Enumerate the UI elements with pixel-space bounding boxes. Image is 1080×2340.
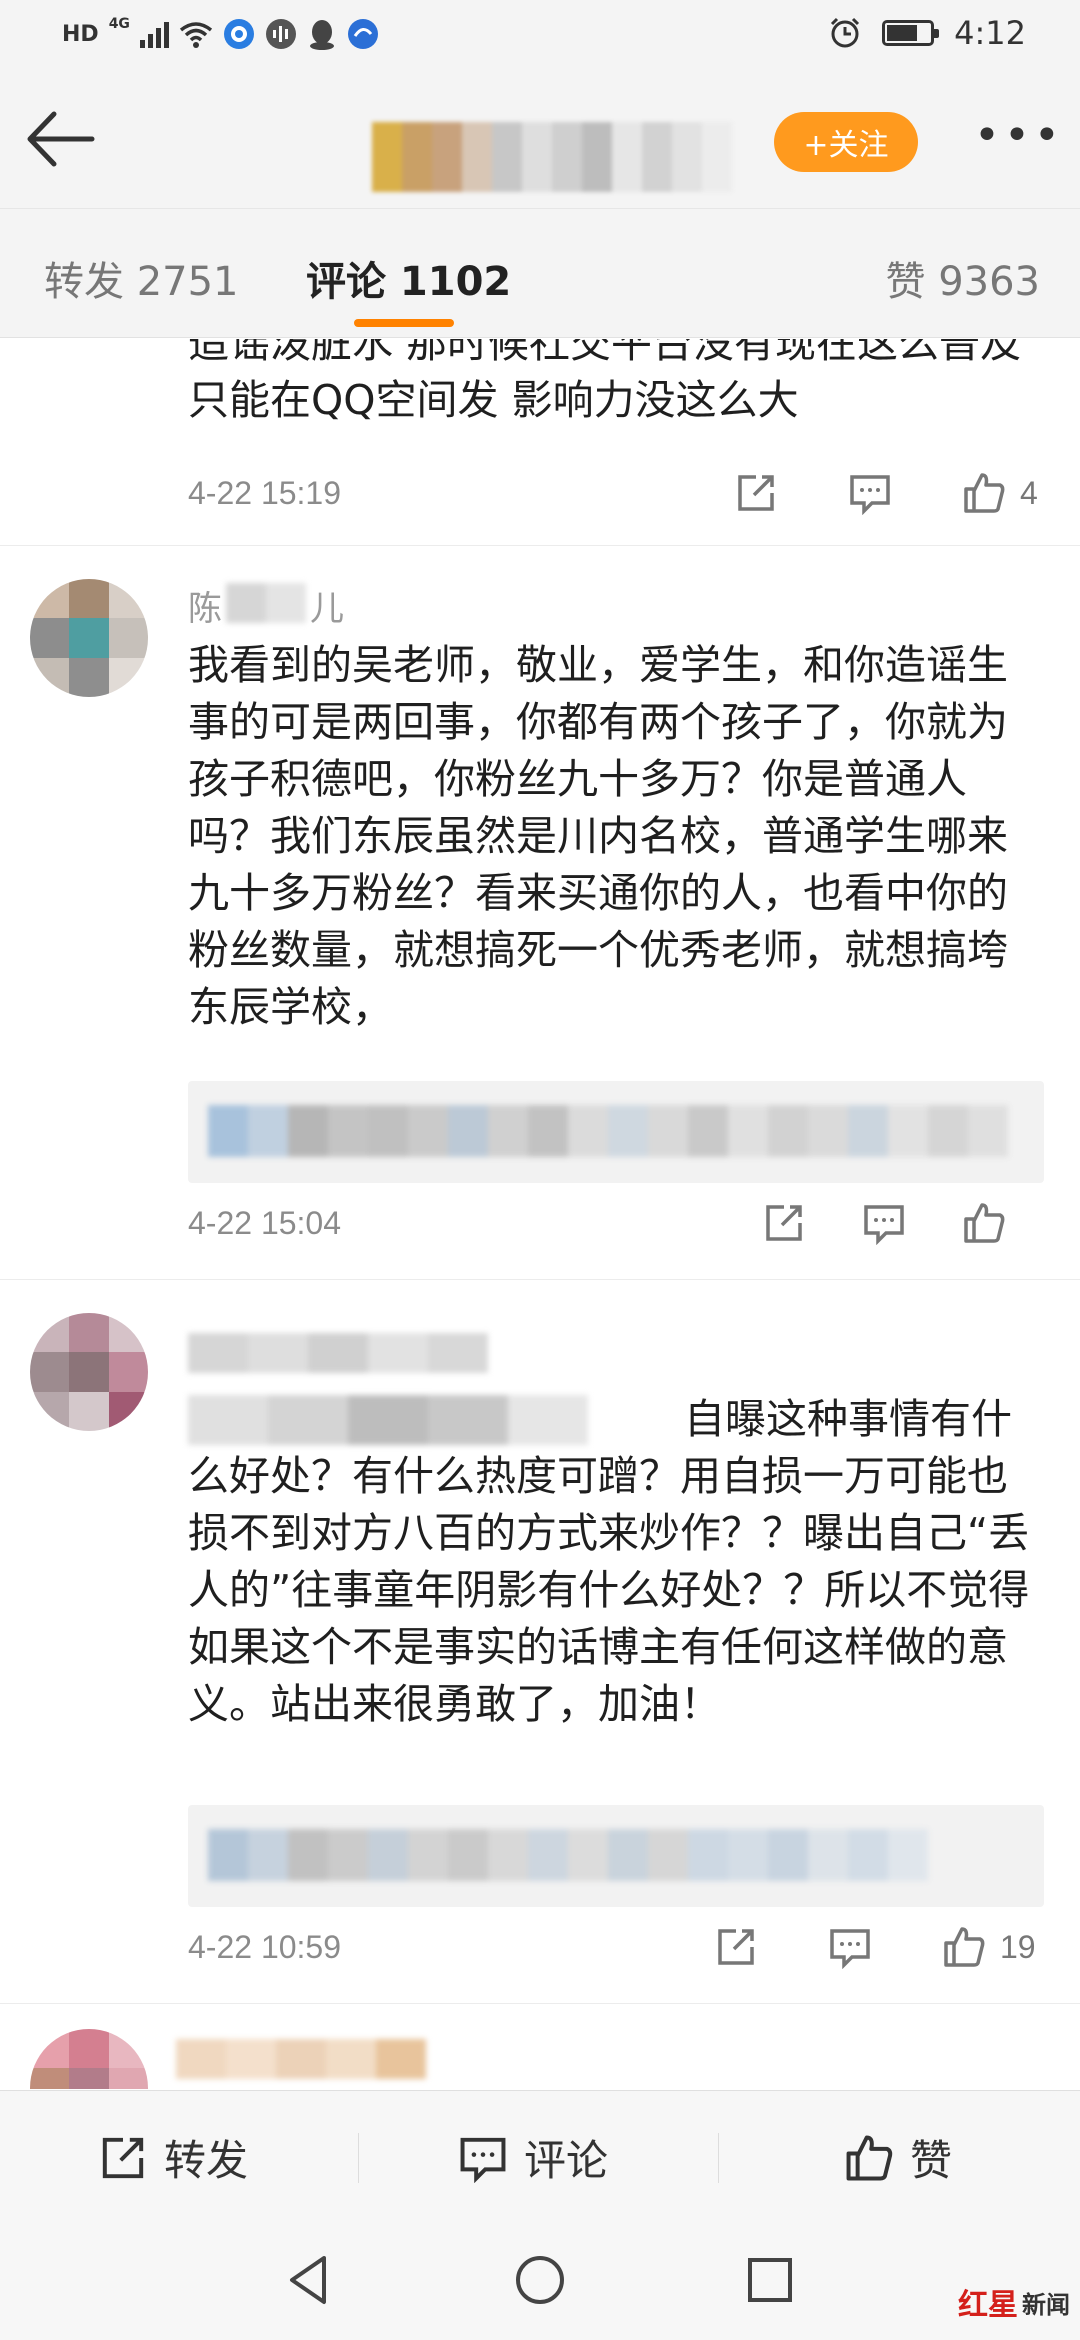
avatar[interactable] — [30, 579, 148, 697]
nav-back-icon[interactable] — [280, 2250, 340, 2310]
comment-timestamp: 4-22 15:04 — [188, 1205, 342, 1241]
alarm-icon — [831, 17, 860, 48]
music-app-icon — [265, 19, 296, 49]
separator — [718, 2133, 719, 2183]
repost-action[interactable]: 转发 — [98, 2127, 248, 2188]
blurred-name — [176, 2039, 426, 2079]
commenter-name-end: 儿 — [310, 589, 344, 629]
tab-reposts[interactable]: 转发 2751 — [44, 249, 239, 307]
blurred-reply — [208, 1105, 1008, 1157]
divider — [0, 2003, 1080, 2004]
tab-comments[interactable]: 评论 1102 — [306, 249, 511, 307]
comment-actions: 19 — [714, 1925, 1036, 1969]
header: +关注 ••• — [0, 72, 1080, 208]
bottom-action-bar: 转发 评论 赞 — [0, 2090, 1080, 2220]
more-options-icon[interactable]: ••• — [974, 114, 1060, 158]
nav-recents-icon[interactable] — [740, 2250, 800, 2310]
status-left: HD 4G — [62, 16, 379, 50]
reply-preview[interactable] — [188, 1081, 1044, 1183]
repost-icon[interactable] — [762, 1201, 806, 1245]
comment-actions: 4 — [734, 471, 1038, 515]
comment-icon[interactable] — [828, 1925, 872, 1969]
blurred-reply — [208, 1829, 928, 1881]
comment-tabs: 转发 2751 评论 1102 赞 9363 — [0, 208, 1080, 338]
watermark-brand: 红星 — [958, 2288, 1018, 2323]
comment-icon[interactable] — [848, 471, 892, 515]
browser-app-icon — [223, 19, 254, 49]
like-icon[interactable] — [962, 471, 1006, 515]
like-action[interactable]: 赞 — [844, 2127, 952, 2188]
comment-feed[interactable]: 造谣泼脏水 那时候社交平台没有现在这么普及 只能在QQ空间发 影响力没这么大 4… — [0, 339, 1080, 2089]
blurred-name — [188, 1333, 488, 1373]
hd-indicator: HD — [62, 21, 99, 47]
comment-text: 造谣泼脏水 那时候社交平台没有现在这么普及 只能在QQ空间发 影响力没这么大 — [188, 339, 1022, 424]
repost-label: 转发 — [164, 2136, 249, 2185]
reply-preview[interactable] — [188, 1805, 1044, 1907]
repost-icon[interactable] — [714, 1925, 758, 1969]
comment-timestamp: 4-22 10:59 — [188, 1929, 342, 1965]
follow-button[interactable]: +关注 — [774, 112, 918, 172]
separator — [358, 2133, 359, 2183]
comment-label: 评论 — [524, 2136, 609, 2185]
blurred-name — [226, 583, 306, 623]
tab-likes[interactable]: 赞 9363 — [885, 249, 1040, 307]
qq-icon — [309, 20, 334, 50]
avatar[interactable] — [30, 2029, 148, 2089]
like-label: 赞 — [910, 2136, 953, 2185]
watermark: 红星 新闻 — [958, 2280, 1070, 2324]
comment-text: 我看到的吴老师，敬业，爱学生，和你造谣生事的可是两回事，你都有两个孩子了，你就为… — [188, 641, 1008, 1031]
divider — [0, 545, 1080, 546]
comment-icon[interactable] — [862, 1201, 906, 1245]
comment-actions — [762, 1201, 1020, 1245]
watermark-news: 新闻 — [1022, 2289, 1070, 2319]
nav-home-icon[interactable] — [510, 2250, 570, 2310]
comment-icon — [460, 2137, 506, 2183]
back-arrow-icon[interactable] — [22, 104, 102, 174]
blurred-username — [372, 122, 732, 192]
battery-icon — [882, 20, 940, 46]
clock: 4:12 — [954, 14, 1026, 52]
like-icon[interactable] — [942, 1925, 986, 1969]
wifi-icon — [179, 22, 213, 48]
network-type: 4G — [108, 16, 130, 32]
comment-text: 自曝这种事情有什么好处？有什么热度可蹭？用自损一万可能也损不到对方八百的方式来炒… — [188, 1395, 1030, 1728]
repost-icon — [102, 2137, 144, 2178]
comment-action[interactable]: 评论 — [458, 2127, 608, 2188]
signal-icon — [139, 20, 169, 48]
status-right: 4:12 — [828, 14, 1026, 52]
comment-timestamp: 4-22 15:19 — [188, 475, 342, 511]
divider — [0, 1279, 1080, 1280]
repost-icon[interactable] — [734, 471, 778, 515]
like-icon[interactable] — [962, 1201, 1006, 1245]
status-bar: HD 4G 4:12 — [0, 0, 1080, 72]
system-nav-bar: 红星 新闻 — [0, 2220, 1080, 2340]
like-icon — [846, 2135, 893, 2180]
like-count: 4 — [1020, 474, 1038, 511]
commenter-name[interactable]: 陈 — [188, 581, 222, 630]
like-count: 19 — [1000, 1928, 1036, 1965]
weibo-app-icon — [347, 19, 378, 49]
avatar[interactable] — [30, 1313, 148, 1431]
tab-active-indicator — [354, 319, 454, 327]
